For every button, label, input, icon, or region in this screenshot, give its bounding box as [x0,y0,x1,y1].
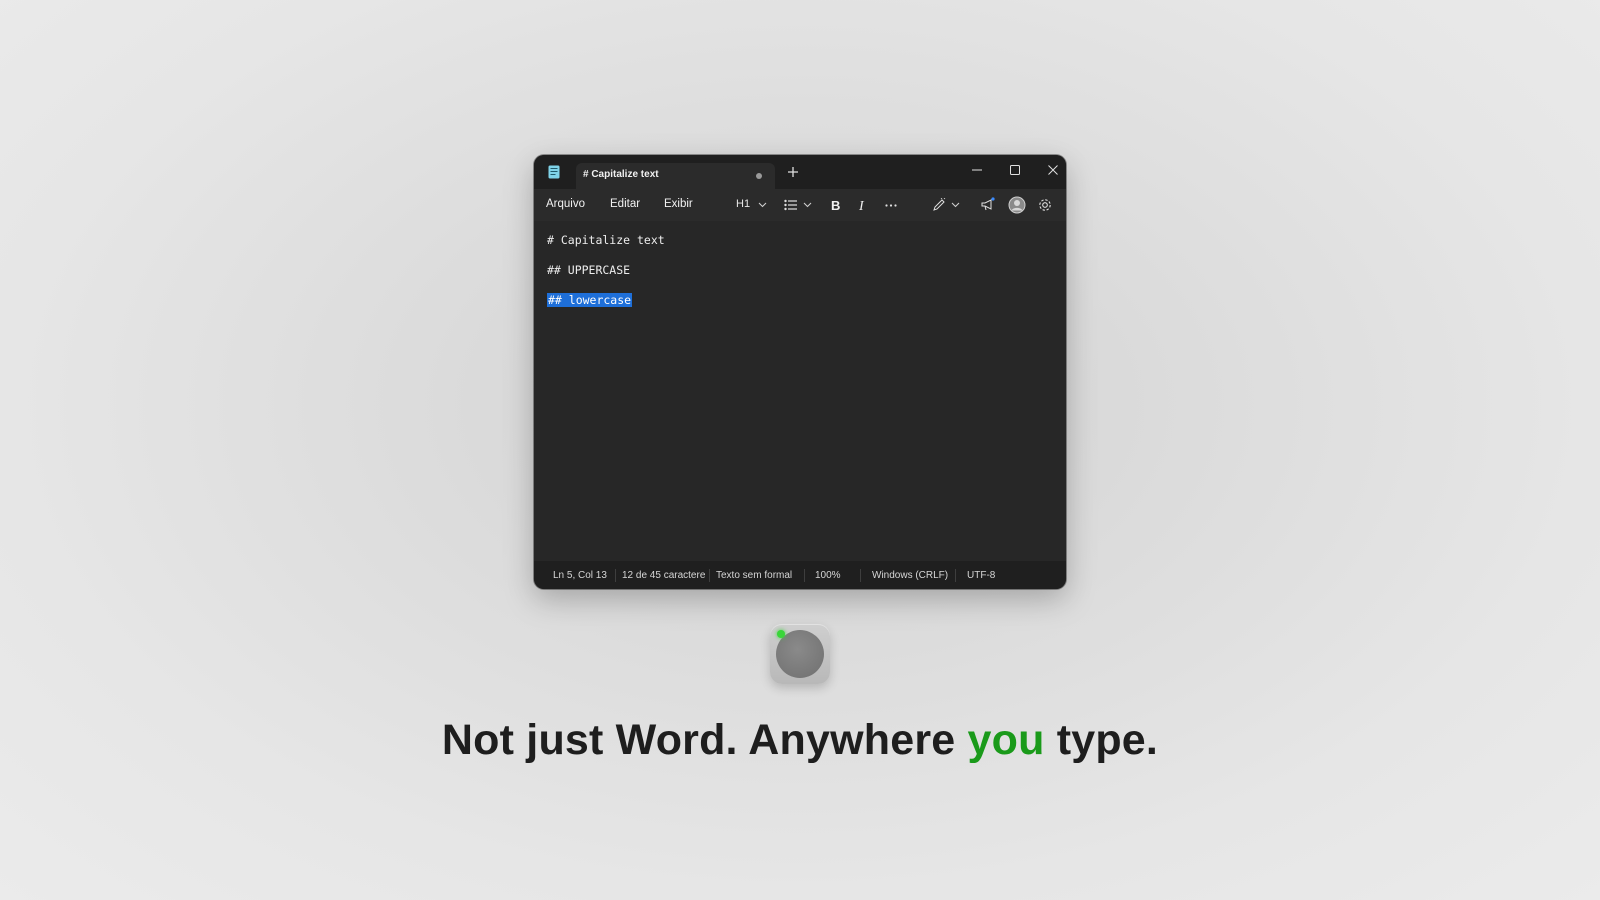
editor-line[interactable]: ## UPPERCASE [547,263,630,277]
list-dropdown[interactable] [784,197,814,213]
plus-icon[interactable] [786,165,800,179]
avatar-icon[interactable] [1008,196,1026,214]
chevron-down-icon [951,202,960,208]
status-format[interactable]: Texto sem formal [716,570,794,581]
ai-rewrite-dropdown[interactable] [932,197,962,213]
status-zoom[interactable]: 100% [815,570,841,581]
pen-icon [933,198,946,211]
chevron-down-icon [758,202,767,208]
tab-title: # Capitalize text [583,169,659,180]
minimize-icon[interactable] [968,161,986,179]
tagline-after: type. [1044,716,1159,764]
close-icon[interactable] [1044,161,1062,179]
title-bar: # Capitalize text [534,155,1066,189]
menu-bar: Arquivo Editar Exibir H1 B I [534,189,1066,221]
editor-line[interactable]: # Capitalize text [547,233,665,247]
more-icon[interactable] [884,197,898,213]
menu-arquivo[interactable]: Arquivo [546,198,585,210]
menu-exibir[interactable]: Exibir [664,198,693,210]
megaphone-icon[interactable] [980,197,996,213]
status-char-count: 12 de 45 caractere [622,570,706,581]
heading-dropdown[interactable]: H1 [736,197,768,213]
maximize-icon[interactable] [1006,161,1024,179]
status-bar: Ln 5, Col 13 12 de 45 caractere Texto se… [534,561,1066,589]
notepad-icon [548,165,560,179]
status-divider [709,569,710,582]
svg-text:B: B [831,198,840,213]
tagline-before: Not just Word. Anywhere [441,716,968,764]
status-encoding[interactable]: UTF-8 [967,570,995,581]
italic-icon[interactable]: I [856,197,870,213]
menu-editar[interactable]: Editar [610,198,640,210]
bold-icon[interactable]: B [829,197,843,213]
tab-document[interactable]: # Capitalize text [576,163,775,189]
recording-indicator-icon [777,630,785,638]
status-divider [615,569,616,582]
unsaved-dot-icon[interactable] [756,173,762,179]
gear-icon[interactable] [1037,197,1053,213]
status-position: Ln 5, Col 13 [553,570,607,581]
record-button[interactable] [770,624,830,684]
status-divider [955,569,956,582]
status-divider [860,569,861,582]
heading-level: H1 [736,198,751,210]
tagline: Not just Word. Anywhere you type. [0,716,1600,765]
notepad-window: # Capitalize text Arquivo Editar Exibir … [534,155,1066,589]
status-line-ending[interactable]: Windows (CRLF) [872,570,948,581]
list-icon [784,199,797,211]
tagline-accent: you [967,716,1045,764]
chevron-down-icon [803,202,812,208]
status-divider [804,569,805,582]
svg-text:I: I [858,199,865,213]
text-editor[interactable]: # Capitalize text ## UPPERCASE ## lowerc… [534,221,1066,561]
editor-line-selected[interactable]: ## lowercase [547,293,633,307]
